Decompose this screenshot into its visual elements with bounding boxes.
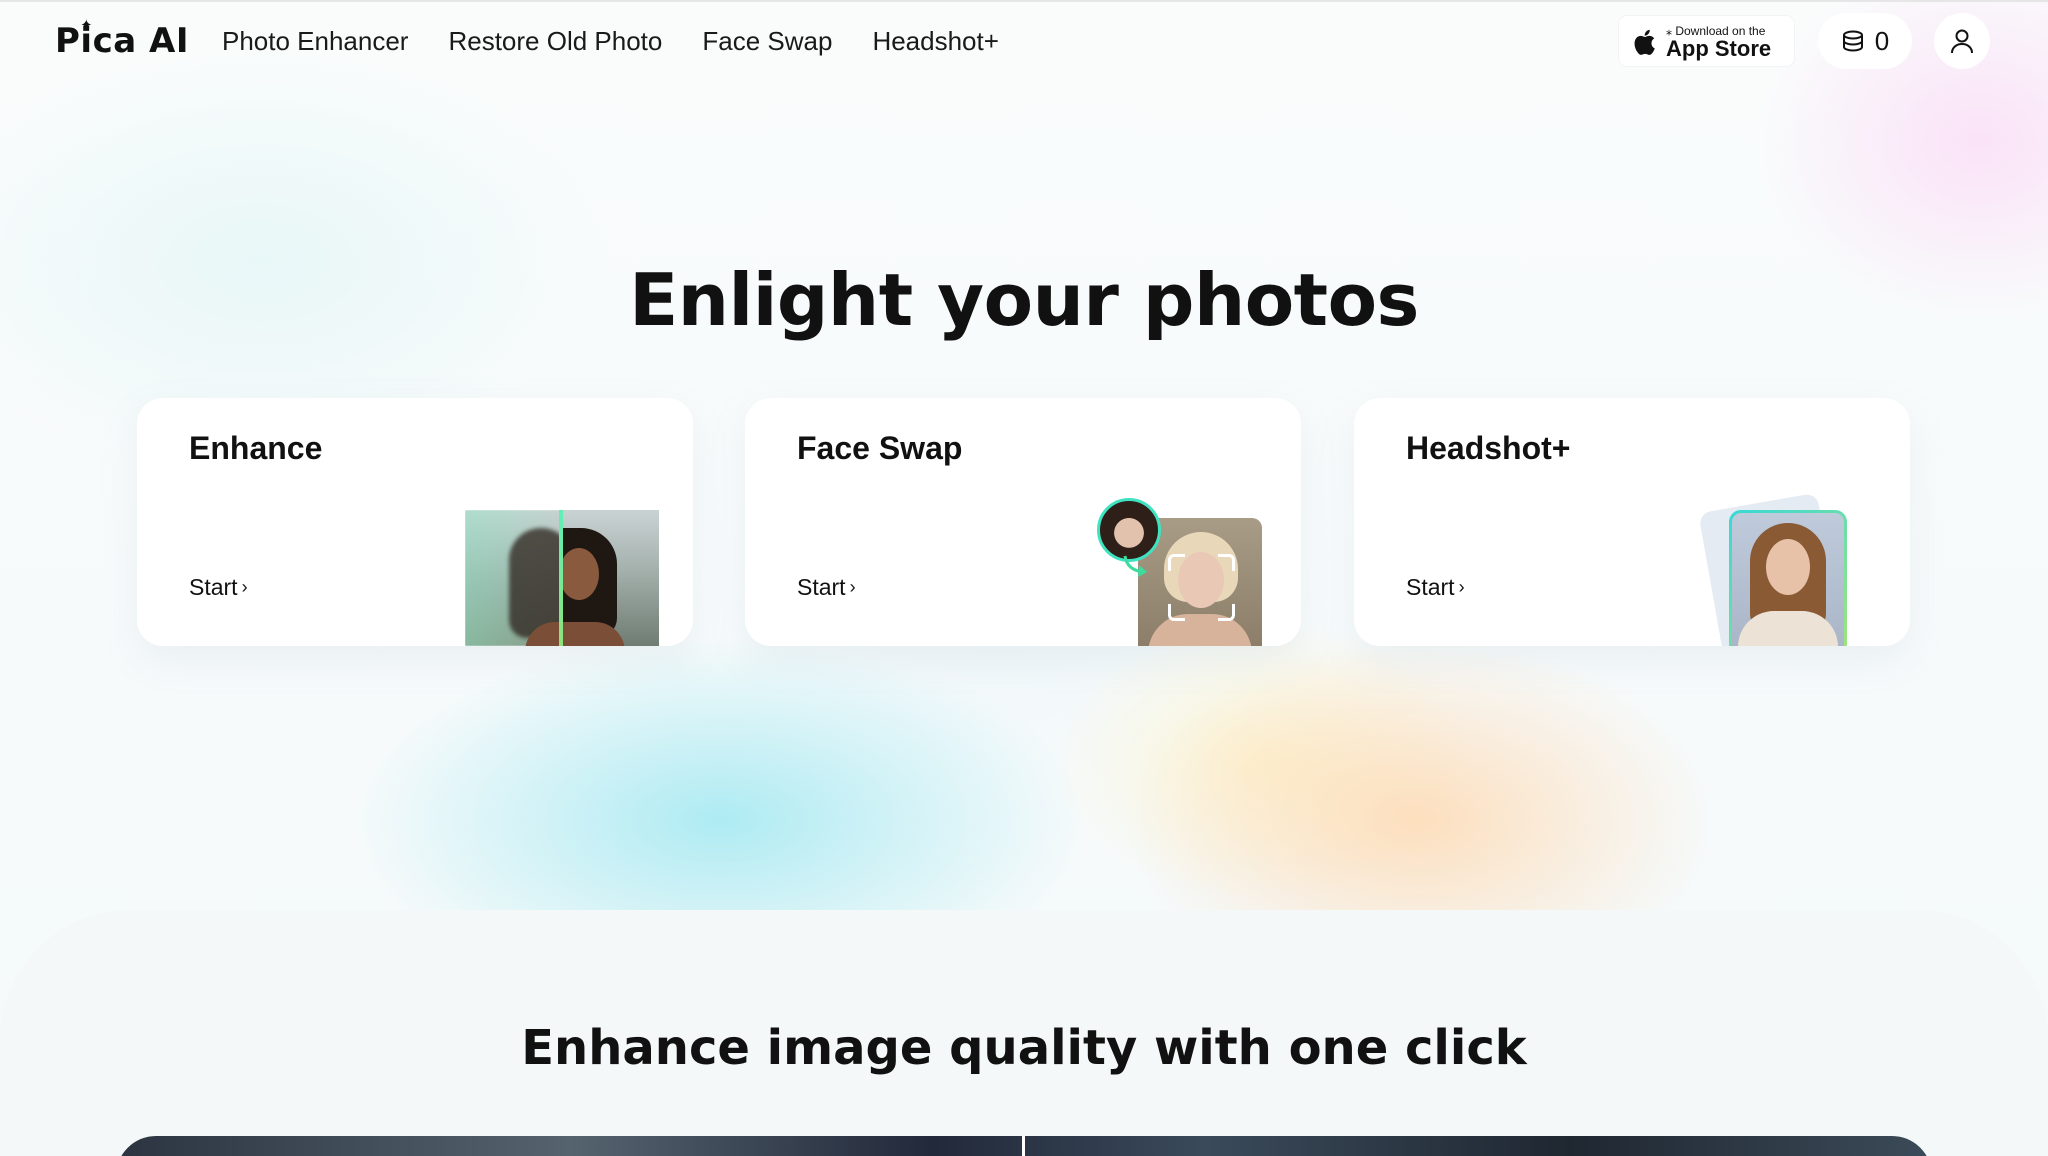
before-after-compare[interactable] bbox=[116, 1136, 1932, 1156]
enhance-preview-image bbox=[465, 510, 659, 646]
coins-icon bbox=[1842, 30, 1863, 52]
nav-face-swap[interactable]: Face Swap bbox=[702, 22, 832, 60]
compare-slider-handle[interactable] bbox=[1022, 1136, 1025, 1156]
face-frame-corner bbox=[1218, 604, 1235, 621]
section-title: Enhance image quality with one click bbox=[521, 1020, 1527, 1076]
enhance-card[interactable]: Enhance Start › bbox=[137, 398, 693, 646]
source-face-avatar bbox=[1097, 498, 1161, 562]
face-frame-corner bbox=[1168, 554, 1185, 571]
start-label: Start bbox=[797, 574, 846, 600]
credits-button[interactable]: 0 bbox=[1818, 13, 1912, 69]
app-store-button[interactable]: ⁎ Download on the App Store bbox=[1619, 16, 1794, 66]
apple-icon bbox=[1634, 29, 1655, 55]
start-link[interactable]: Start › bbox=[797, 574, 856, 601]
credits-count: 0 bbox=[1874, 25, 1890, 56]
start-label: Start bbox=[1406, 574, 1455, 600]
face-swap-card[interactable]: Face Swap Start › bbox=[745, 398, 1301, 646]
headshot-preview-image bbox=[1729, 510, 1847, 646]
logo-text: Pica AI bbox=[55, 21, 189, 61]
card-title: Enhance bbox=[189, 430, 323, 466]
face-shape bbox=[559, 548, 599, 600]
start-link[interactable]: Start › bbox=[189, 574, 248, 601]
main-nav: Photo Enhancer Restore Old Photo Face Sw… bbox=[222, 22, 999, 60]
account-button[interactable] bbox=[1934, 13, 1990, 69]
nav-restore-old-photo[interactable]: Restore Old Photo bbox=[448, 22, 662, 60]
arrow-icon bbox=[1123, 555, 1147, 577]
user-icon bbox=[1951, 29, 1973, 54]
logo[interactable]: ✦ Pica AI bbox=[55, 16, 189, 64]
body-shape bbox=[1148, 614, 1252, 646]
chevron-right-icon: › bbox=[1458, 577, 1465, 597]
body-shape bbox=[525, 622, 625, 646]
card-title: Face Swap bbox=[797, 430, 963, 466]
chevron-right-icon: › bbox=[849, 577, 856, 597]
sparkle-icon: ✦ bbox=[80, 16, 94, 34]
face-frame-corner bbox=[1218, 554, 1235, 571]
compare-divider bbox=[559, 510, 563, 646]
nav-headshot[interactable]: Headshot+ bbox=[872, 22, 998, 60]
nav-photo-enhancer[interactable]: Photo Enhancer bbox=[222, 22, 408, 60]
start-link[interactable]: Start › bbox=[1406, 574, 1465, 601]
top-navbar: ✦ Pica AI Photo Enhancer Restore Old Pho… bbox=[0, 0, 2048, 82]
app-store-big-text: App Store bbox=[1666, 36, 1772, 61]
face-shape bbox=[1766, 539, 1810, 595]
headshot-card[interactable]: Headshot+ Start › bbox=[1354, 398, 1910, 646]
hero-title: Enlight your photos bbox=[629, 258, 1419, 342]
card-title: Headshot+ bbox=[1406, 430, 1571, 466]
face-frame-corner bbox=[1168, 604, 1185, 621]
start-label: Start bbox=[189, 574, 238, 600]
chevron-right-icon: › bbox=[241, 577, 248, 597]
